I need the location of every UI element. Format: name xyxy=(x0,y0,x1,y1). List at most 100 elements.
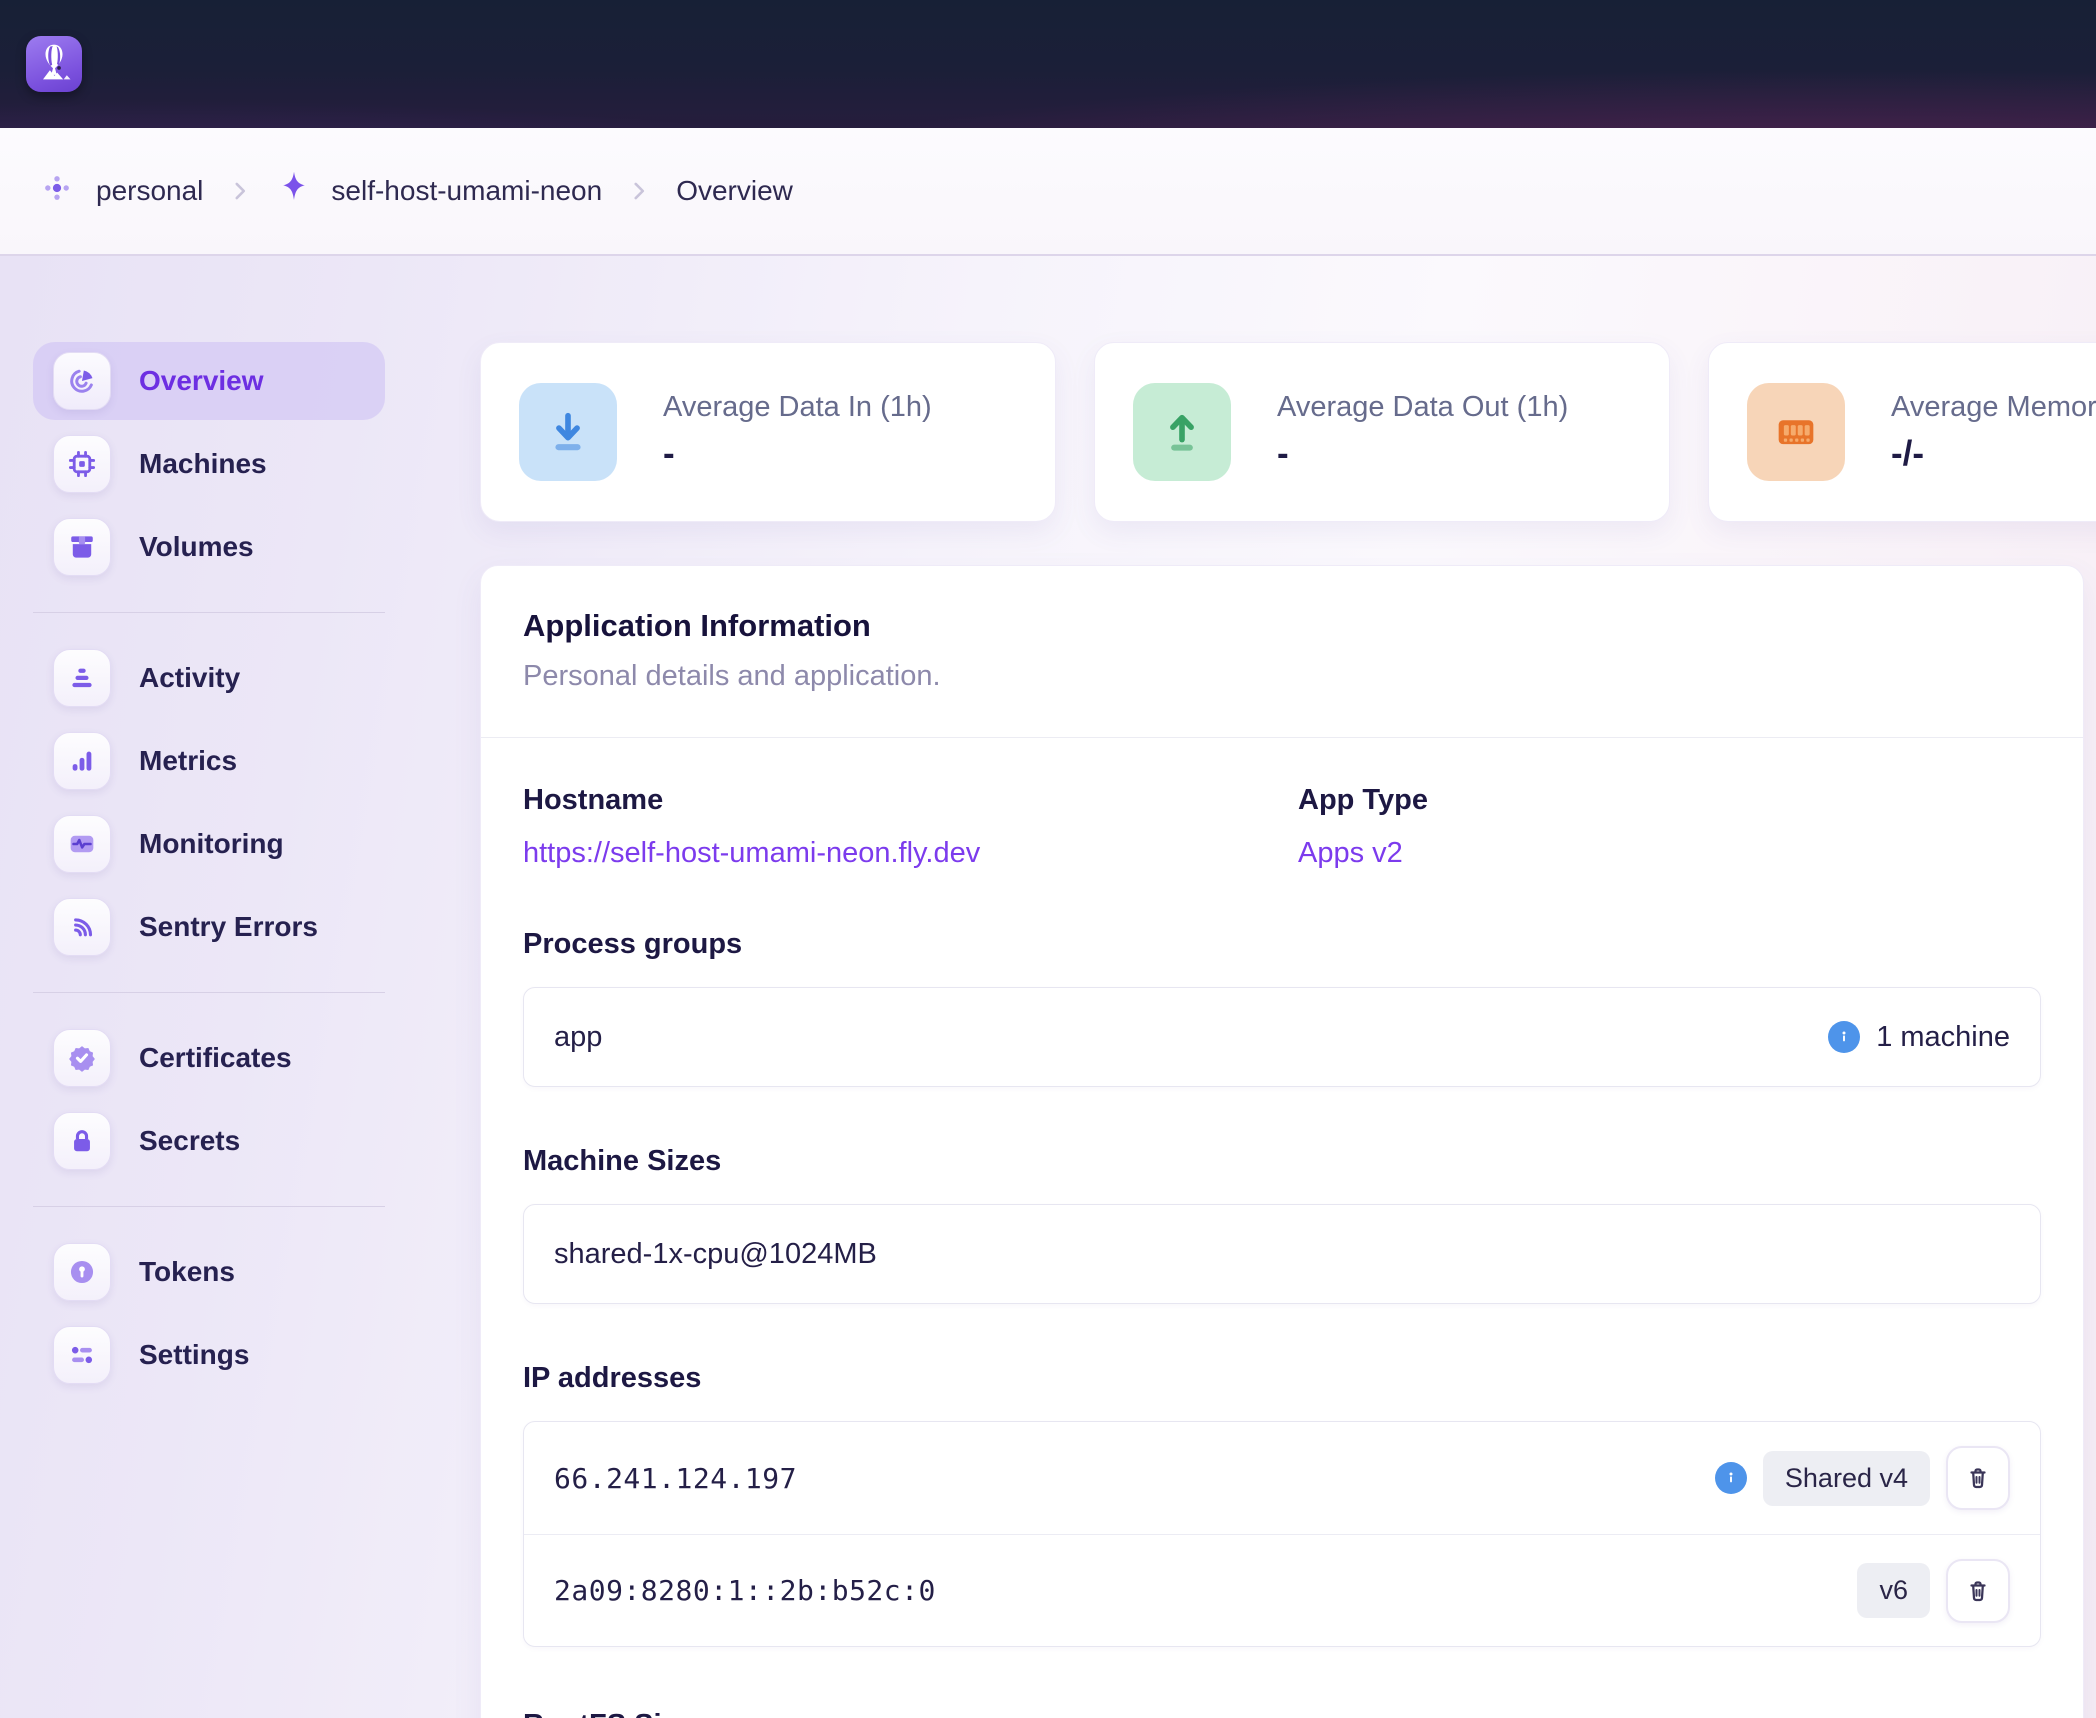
sidebar-item-label: Certificates xyxy=(139,1042,292,1074)
stat-cards-row: Average Data In (1h) - Average Data Out … xyxy=(480,342,2096,522)
sidebar-item-label: Tokens xyxy=(139,1256,235,1288)
badge-check-icon xyxy=(53,1029,111,1087)
process-group-row: app 1 machine xyxy=(524,988,2040,1086)
machine-sizes-list: shared-1x-cpu@1024MB xyxy=(523,1204,2041,1304)
sparkle-icon xyxy=(277,169,311,214)
top-header-bar xyxy=(0,0,2096,128)
stat-value: - xyxy=(1277,434,1568,474)
stat-label: Average Data In (1h) xyxy=(663,391,932,424)
lock-icon xyxy=(53,1112,111,1170)
ip-addresses-list: 66.241.124.197 Shared v4 xyxy=(523,1421,2041,1647)
ip-addresses-label: IP addresses xyxy=(523,1362,2041,1395)
ip-row: 2a09:8280:1::2b:b52c:0 v6 xyxy=(524,1534,2040,1646)
fly-dashboard-screen: personal self-host-umami-neon Overview xyxy=(0,0,2096,1718)
info-icon[interactable] xyxy=(1828,1021,1860,1053)
sidebar-item-label: Metrics xyxy=(139,745,237,777)
stat-value: - xyxy=(663,434,932,474)
breadcrumb-org-label: personal xyxy=(96,175,203,207)
rootfs-sizes-label: RootFS Sizes xyxy=(523,1709,2041,1718)
sentry-icon xyxy=(53,898,111,956)
chevron-right-icon xyxy=(227,178,253,204)
breadcrumb-app-label: self-host-umami-neon xyxy=(331,175,602,207)
sidebar-nav: Overview Machines xyxy=(33,342,385,1394)
stat-card-data-in: Average Data In (1h) - xyxy=(480,342,1056,522)
ip-address-v6: 2a09:8280:1::2b:b52c:0 xyxy=(554,1574,936,1607)
sidebar-item-label: Machines xyxy=(139,448,267,480)
process-groups-section: Process groups app 1 machine xyxy=(523,928,2041,1087)
sidebar-item-tokens[interactable]: Tokens xyxy=(33,1233,385,1311)
chip-icon xyxy=(53,435,111,493)
sidebar-item-sentry-errors[interactable]: Sentry Errors xyxy=(33,888,385,966)
delete-ip-button[interactable] xyxy=(1946,1559,2010,1623)
app-type-label: App Type xyxy=(1298,784,2041,817)
ip-addresses-section: IP addresses 66.241.124.197 Shared v4 xyxy=(523,1362,2041,1647)
card-subtitle: Personal details and application. xyxy=(523,660,2041,693)
ip-type-badge: v6 xyxy=(1857,1563,1930,1618)
machine-size-row: shared-1x-cpu@1024MB xyxy=(524,1205,2040,1303)
machine-sizes-section: Machine Sizes shared-1x-cpu@1024MB xyxy=(523,1145,2041,1304)
bar-chart-icon xyxy=(53,732,111,790)
delete-ip-button[interactable] xyxy=(1946,1446,2010,1510)
sidebar-item-metrics[interactable]: Metrics xyxy=(33,722,385,800)
machine-size-name: shared-1x-cpu@1024MB xyxy=(554,1238,877,1271)
sidebar-item-secrets[interactable]: Secrets xyxy=(33,1102,385,1180)
stat-label: Average Memory xyxy=(1891,391,2096,424)
ip-row: 66.241.124.197 Shared v4 xyxy=(524,1422,2040,1534)
sidebar-item-overview[interactable]: Overview xyxy=(33,342,385,420)
sidebar-item-label: Secrets xyxy=(139,1125,240,1157)
stat-value: -/- xyxy=(1891,434,2096,474)
machine-sizes-label: Machine Sizes xyxy=(523,1145,2041,1178)
rootfs-sizes-section: RootFS Sizes 471 MB 1 machine xyxy=(523,1709,2041,1718)
hostname-link[interactable]: https://self-host-umami-neon.fly.dev xyxy=(523,837,1298,870)
sidebar-item-label: Sentry Errors xyxy=(139,911,318,943)
breadcrumb-org[interactable]: personal xyxy=(38,169,203,214)
ip-address-v4: 66.241.124.197 xyxy=(554,1462,797,1495)
stat-card-data-out: Average Data Out (1h) - xyxy=(1094,342,1670,522)
sliders-icon xyxy=(53,1326,111,1384)
chevron-right-icon xyxy=(626,178,652,204)
stat-card-memory: Average Memory -/- xyxy=(1708,342,2096,522)
hostname-label: Hostname xyxy=(523,784,1298,817)
fly-logo[interactable] xyxy=(26,36,82,92)
pie-chart-icon xyxy=(53,352,111,410)
sidebar-divider xyxy=(33,1206,385,1207)
sidebar-item-certificates[interactable]: Certificates xyxy=(33,1019,385,1097)
download-icon xyxy=(519,383,617,481)
breadcrumb-app[interactable]: self-host-umami-neon xyxy=(277,169,602,214)
balloon-icon xyxy=(32,40,76,89)
sidebar-divider xyxy=(33,992,385,993)
card-title: Application Information xyxy=(523,608,2041,644)
breadcrumb: personal self-host-umami-neon Overview xyxy=(0,128,2096,256)
sidebar-item-activity[interactable]: Activity xyxy=(33,639,385,717)
page-body: Overview Machines xyxy=(0,256,2096,1718)
sidebar-divider xyxy=(33,612,385,613)
sidebar-item-settings[interactable]: Settings xyxy=(33,1316,385,1394)
process-group-name: app xyxy=(554,1021,602,1054)
sidebar-item-label: Monitoring xyxy=(139,828,284,860)
upload-icon xyxy=(1133,383,1231,481)
ip-type-badge: Shared v4 xyxy=(1763,1451,1930,1506)
sidebar-item-machines[interactable]: Machines xyxy=(33,425,385,503)
process-groups-list: app 1 machine xyxy=(523,987,2041,1087)
process-groups-label: Process groups xyxy=(523,928,2041,961)
sidebar-item-monitoring[interactable]: Monitoring xyxy=(33,805,385,883)
org-dots-icon xyxy=(38,169,76,214)
activity-stack-icon xyxy=(53,649,111,707)
info-icon[interactable] xyxy=(1715,1462,1747,1494)
app-type-link[interactable]: Apps v2 xyxy=(1298,837,2041,870)
machine-count: 1 machine xyxy=(1876,1021,2010,1054)
memory-icon xyxy=(1747,383,1845,481)
app-type-field: App Type Apps v2 xyxy=(1298,784,2041,870)
sidebar-item-label: Volumes xyxy=(139,531,254,563)
keyhole-icon xyxy=(53,1243,111,1301)
sidebar-item-label: Settings xyxy=(139,1339,249,1371)
sidebar-item-label: Activity xyxy=(139,662,240,694)
box-icon xyxy=(53,518,111,576)
sidebar-item-label: Overview xyxy=(139,365,264,397)
hostname-field: Hostname https://self-host-umami-neon.fl… xyxy=(523,784,1298,870)
application-information-card: Application Information Personal details… xyxy=(480,565,2084,1718)
breadcrumb-page[interactable]: Overview xyxy=(676,175,793,207)
sidebar-item-volumes[interactable]: Volumes xyxy=(33,508,385,586)
breadcrumb-page-label: Overview xyxy=(676,175,793,207)
pulse-icon xyxy=(53,815,111,873)
